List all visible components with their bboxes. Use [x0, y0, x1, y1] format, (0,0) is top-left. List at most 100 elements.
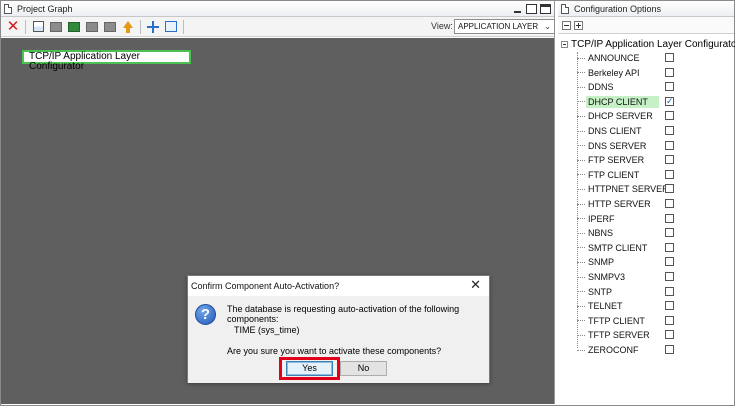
- tree-branch-line: [577, 218, 585, 220]
- configuration-options-panel: Configuration Options TCP/IP Application…: [558, 1, 735, 404]
- tree-branch-line: [577, 320, 585, 322]
- tree-item[interactable]: DHCP CLIENT ✓: [577, 95, 727, 109]
- tree-item-checkbox[interactable]: ✓: [665, 96, 674, 106]
- tree-item-label: SNMPV3: [588, 272, 626, 282]
- new-button[interactable]: [29, 18, 47, 36]
- tree-item-checkbox[interactable]: [665, 111, 674, 121]
- tree-item-label: DHCP CLIENT: [586, 95, 659, 108]
- tree-item[interactable]: HTTP SERVER: [577, 197, 727, 211]
- view-select-value: APPLICATION LAYER: [458, 22, 539, 31]
- tree-item-checkbox[interactable]: [665, 257, 674, 267]
- export-button[interactable]: [65, 18, 83, 36]
- tree-branch-line: [577, 86, 585, 88]
- tree-item-checkbox[interactable]: [665, 126, 674, 135]
- tree-item-checkbox[interactable]: [665, 345, 674, 354]
- no-button[interactable]: No: [340, 361, 387, 376]
- gray-box-button-2[interactable]: [83, 18, 101, 36]
- tree-item[interactable]: FTP CLIENT: [577, 168, 727, 182]
- tree-item-checkbox[interactable]: [665, 286, 674, 296]
- tree-item[interactable]: FTP SERVER: [577, 153, 727, 167]
- tree-item[interactable]: SMTP CLIENT: [577, 241, 727, 255]
- tree-item-checkbox[interactable]: [665, 67, 674, 77]
- tree-item-checkbox[interactable]: [665, 330, 674, 340]
- tree-item-checkbox[interactable]: [665, 199, 674, 208]
- tree-item[interactable]: ANNOUNCE: [577, 51, 727, 65]
- tree-item[interactable]: DHCP SERVER: [577, 109, 727, 123]
- tree-item[interactable]: TFTP SERVER: [577, 328, 727, 342]
- tree-item[interactable]: IPERF: [577, 212, 727, 226]
- tree-item-label: DDNS: [588, 82, 614, 93]
- gray-box-button-3[interactable]: [101, 18, 119, 36]
- tree-item[interactable]: ZEROCONF: [577, 343, 727, 357]
- tree-item[interactable]: DDNS: [577, 80, 727, 94]
- frame-icon: [165, 21, 177, 32]
- tree-item[interactable]: SNTP: [577, 285, 727, 299]
- tree-branch-line: [577, 291, 585, 293]
- tree-item[interactable]: DNS SERVER: [577, 139, 727, 153]
- upload-arrow-icon: [123, 21, 133, 33]
- tree-item[interactable]: Berkeley API: [577, 66, 727, 80]
- tree-item-checkbox[interactable]: [665, 184, 674, 194]
- tree-branch-line: [577, 232, 585, 234]
- collapse-all-button[interactable]: [562, 20, 571, 30]
- tree-item-label: DNS SERVER: [588, 140, 647, 151]
- tree-item-label: TFTP CLIENT: [588, 315, 645, 326]
- tree-branch-line: [577, 349, 585, 351]
- collapse-toggle-icon[interactable]: [561, 40, 568, 48]
- tree-branch-line: [577, 305, 585, 307]
- expand-all-button[interactable]: [574, 20, 583, 30]
- tree-item[interactable]: SNMP: [577, 255, 727, 269]
- tree-item[interactable]: TELNET: [577, 299, 727, 313]
- yes-button[interactable]: Yes: [286, 361, 333, 376]
- tree-item-label: Berkeley API: [588, 67, 640, 78]
- tree-item-checkbox[interactable]: [665, 272, 674, 281]
- toolbar-separator: [183, 19, 184, 34]
- toolbar-separator: [25, 19, 26, 34]
- tree-item-checkbox[interactable]: [665, 213, 674, 223]
- gray-box-button[interactable]: [47, 18, 65, 36]
- tree-item-label: SNTP: [588, 286, 613, 297]
- fit-button[interactable]: [162, 18, 180, 36]
- tree-item-label: FTP CLIENT: [588, 169, 640, 180]
- minimize-button[interactable]: [512, 4, 523, 14]
- tree-branch-line: [577, 174, 585, 176]
- tree-item[interactable]: TFTP CLIENT: [577, 314, 727, 328]
- crosshair-icon: [147, 20, 159, 33]
- delete-button[interactable]: ✕: [4, 18, 22, 36]
- tree-item-checkbox[interactable]: [665, 82, 674, 92]
- tree-item-checkbox[interactable]: [665, 301, 674, 311]
- maximize-button[interactable]: [540, 4, 551, 14]
- tree-item-label: SNMP: [588, 257, 615, 268]
- tree-item-checkbox[interactable]: [665, 315, 674, 325]
- tree-branch-line: [577, 115, 585, 117]
- tree-item[interactable]: NBNS: [577, 226, 727, 240]
- dialog-close-button[interactable]: ✕: [470, 278, 481, 292]
- project-graph-title: Project Graph: [17, 3, 73, 14]
- tree-branch-line: [577, 247, 585, 249]
- question-icon: ?: [195, 304, 216, 325]
- upload-button[interactable]: [119, 18, 137, 36]
- tree-branch-line: [577, 145, 585, 147]
- tree-item[interactable]: DNS CLIENT: [577, 124, 727, 138]
- document-icon: [561, 3, 569, 14]
- chevron-down-icon: ⌄: [544, 22, 551, 31]
- tree-item-checkbox[interactable]: [665, 53, 674, 62]
- tree-branch-line: [577, 203, 585, 205]
- tree-item-checkbox[interactable]: [665, 169, 674, 179]
- tree-item-checkbox[interactable]: [665, 155, 674, 165]
- view-select[interactable]: APPLICATION LAYER ⌄: [454, 19, 555, 34]
- tree-root[interactable]: TCP/IP Application Layer Configurator: [561, 38, 735, 50]
- gray-box-icon: [104, 21, 116, 32]
- window-controls: [512, 4, 551, 14]
- tree-branch-line: [577, 72, 585, 74]
- tree-item[interactable]: HTTPNET SERVER: [577, 182, 727, 196]
- tree-item-checkbox[interactable]: [665, 140, 674, 150]
- center-button[interactable]: [144, 18, 162, 36]
- float-button[interactable]: [526, 4, 537, 14]
- project-graph-titlebar: Project Graph: [1, 1, 554, 17]
- tree-item-checkbox[interactable]: [665, 228, 674, 238]
- dialog-body: ? The database is requesting auto-activa…: [188, 296, 489, 383]
- tree-item[interactable]: SNMPV3: [577, 270, 727, 284]
- tree-item-checkbox[interactable]: [665, 242, 674, 252]
- graph-node-app-layer-configurator[interactable]: TCP/IP Application Layer Configurator: [22, 50, 191, 72]
